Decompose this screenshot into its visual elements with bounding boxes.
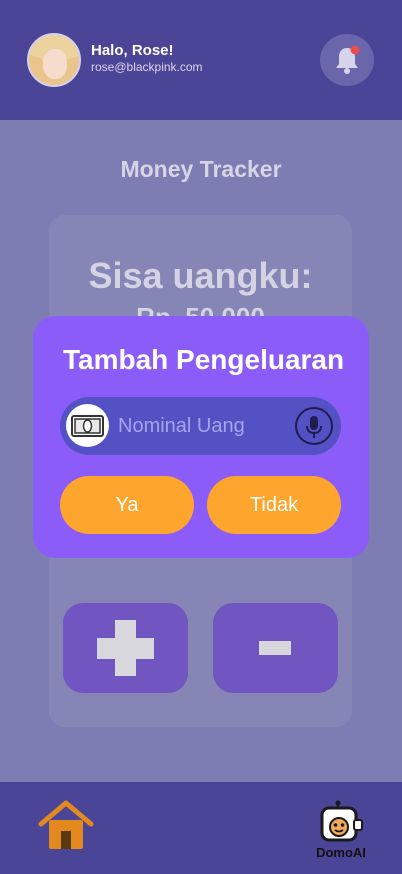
amount-input[interactable] — [118, 411, 288, 441]
avatar-face — [43, 49, 67, 79]
greeting-text: Halo, Rose! — [91, 42, 174, 59]
robot-nav-button[interactable] — [318, 800, 364, 849]
voice-input-button[interactable] — [295, 407, 333, 445]
robot-icon — [320, 800, 363, 842]
add-expense-button[interactable] — [213, 603, 338, 693]
dialog-title: Tambah Pengeluaran — [63, 344, 345, 375]
no-button[interactable]: Tidak — [207, 476, 341, 534]
home-icon — [38, 800, 94, 849]
money-icon-badge — [66, 404, 109, 447]
money-icon — [71, 415, 104, 437]
page-title: Money Tracker — [120, 156, 282, 182]
avatar[interactable] — [27, 33, 81, 87]
balance-label: Sisa uangku: — [88, 255, 313, 296]
brand-label: DomoAI — [316, 845, 366, 860]
home-nav-button[interactable] — [37, 800, 95, 857]
bell-icon — [336, 45, 360, 74]
notification-button[interactable] — [320, 34, 374, 86]
yes-button[interactable]: Ya — [60, 476, 194, 534]
add-income-button[interactable] — [63, 603, 188, 693]
mic-icon — [306, 416, 322, 438]
user-email: rose@blackpink.com — [91, 60, 203, 74]
